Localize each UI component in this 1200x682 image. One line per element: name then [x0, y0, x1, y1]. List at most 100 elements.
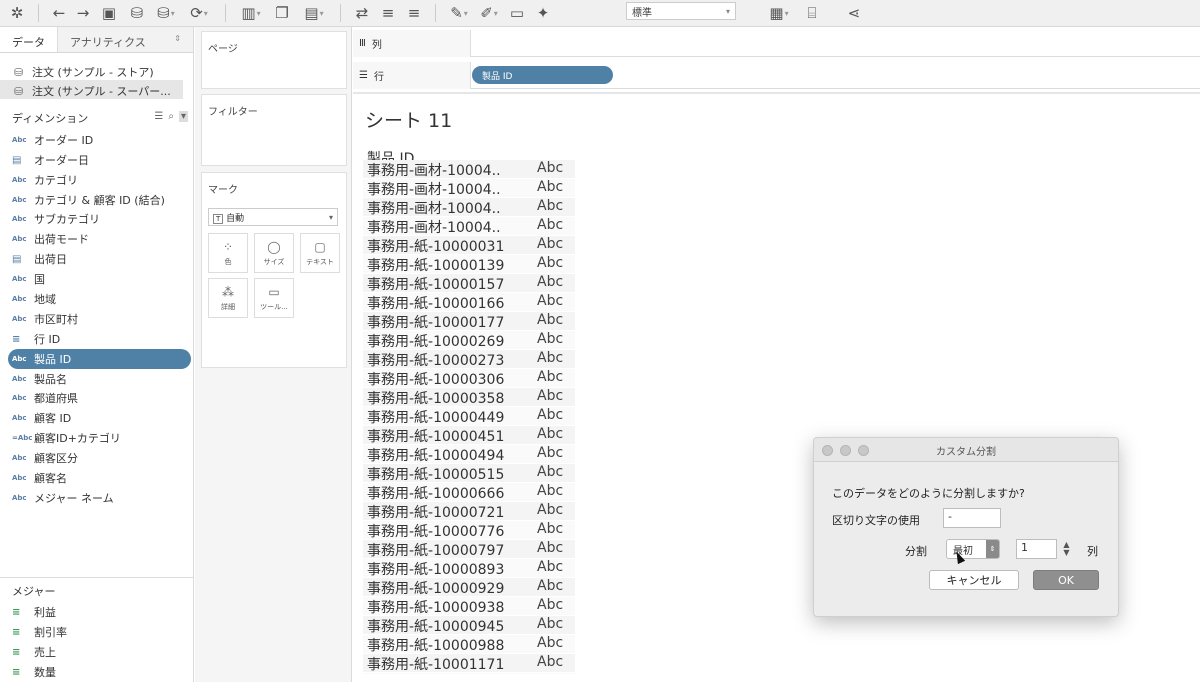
save-icon[interactable]: ▣ — [95, 0, 123, 27]
collapse-icon[interactable]: ⇕ — [174, 34, 181, 45]
stepper-down-icon[interactable]: ▼ — [1063, 549, 1069, 557]
table-row[interactable]: 事務用-紙-10000031 Abc — [363, 236, 575, 255]
table-row[interactable]: 事務用-紙-10000776 Abc — [363, 521, 575, 540]
table-row[interactable]: 事務用-紙-10000166 Abc — [363, 293, 575, 312]
field-country[interactable]: Abc 国 — [12, 269, 45, 289]
field-category[interactable]: Abc カテゴリ — [12, 170, 78, 190]
table-row[interactable]: 事務用-画材-10004.. Abc — [363, 198, 575, 217]
field-city[interactable]: Abc 市区町村 — [12, 309, 78, 329]
tableau-logo-icon[interactable]: ✲ — [4, 0, 30, 27]
field-ship-date[interactable]: ▤ 出荷日 — [12, 249, 67, 269]
field-quantity[interactable]: ≡ 数量 — [12, 662, 56, 682]
pause-updates-icon[interactable]: ⛁ ▾ — [151, 0, 181, 27]
sheet-title[interactable]: シート 11 — [365, 106, 452, 133]
field-product-name[interactable]: Abc 製品名 — [12, 369, 67, 389]
mark-type-select[interactable]: T 自動 ▾ — [208, 208, 338, 226]
field-customer-name[interactable]: Abc 顧客名 — [12, 468, 67, 488]
clear-icon[interactable]: ▤ ▾ — [296, 0, 332, 27]
field-label: 出荷モード — [34, 233, 89, 246]
rows-pill-product-id[interactable]: 製品 ID — [472, 66, 613, 84]
new-datasource-icon[interactable]: ⛁ — [123, 0, 151, 27]
pages-card[interactable]: ページ — [201, 31, 347, 89]
text-button[interactable]: ▢ テキスト — [300, 233, 340, 273]
ok-button[interactable]: OK — [1033, 570, 1099, 590]
table-row[interactable]: 事務用-画材-10004.. Abc — [363, 179, 575, 198]
detail-button[interactable]: ⁂ 詳細 — [208, 278, 248, 318]
field-order-date[interactable]: ▤ オーダー日 — [12, 150, 89, 170]
field-ship-mode[interactable]: Abc 出荷モード — [12, 229, 89, 249]
table-row[interactable]: 事務用-紙-10000451 Abc — [363, 426, 575, 445]
field-customer-id-category[interactable]: =Abc 顧客ID+カテゴリ — [12, 428, 121, 448]
color-button[interactable]: ⁘ 色 — [208, 233, 248, 273]
pin-icon[interactable]: ✦ — [530, 0, 556, 27]
undo-icon[interactable]: ← — [47, 0, 71, 27]
table-row[interactable]: 事務用-紙-10000893 Abc — [363, 559, 575, 578]
field-row-id[interactable]: ≡ 行 ID — [12, 329, 60, 349]
field-discount[interactable]: ≡ 割引率 — [12, 622, 67, 642]
table-row[interactable]: 事務用-紙-10000273 Abc — [363, 350, 575, 369]
show-labels-icon[interactable]: ▭ — [504, 0, 530, 27]
table-row[interactable]: 事務用-紙-10000358 Abc — [363, 388, 575, 407]
filters-card[interactable]: フィルター — [201, 94, 347, 166]
field-region[interactable]: Abc 地域 — [12, 289, 56, 309]
fit-select[interactable]: 標準 ▾ — [626, 2, 736, 20]
table-row[interactable]: 事務用-紙-10000515 Abc — [363, 464, 575, 483]
redo-icon[interactable]: → — [71, 0, 95, 27]
table-row[interactable]: 事務用-紙-10000988 Abc — [363, 635, 575, 654]
field-category-customer-combined[interactable]: Abc カテゴリ & 顧客 ID (結合) — [12, 190, 165, 210]
field-profit[interactable]: ≡ 利益 — [12, 602, 56, 622]
table-row[interactable]: 事務用-紙-10001194Abc — [363, 673, 575, 674]
table-row[interactable]: 事務用-紙-10000157 Abc — [363, 274, 575, 293]
table-row[interactable]: 事務用-紙-10000449 Abc — [363, 407, 575, 426]
view-toggle-icon[interactable]: ☰ — [154, 111, 163, 122]
table-row[interactable]: 事務用-紙-10000494 Abc — [363, 445, 575, 464]
datasource-item[interactable]: ⛁ 注文 (サンプル - ストア) — [0, 61, 193, 80]
duplicate-icon[interactable]: ❐ — [268, 0, 296, 27]
field-sales[interactable]: ≡ 売上 — [12, 642, 56, 662]
group-icon[interactable]: ✐ ▾ — [474, 0, 504, 27]
highlight-icon[interactable]: ✎ ▾ — [444, 0, 474, 27]
table-row[interactable]: 事務用-紙-10001171 Abc — [363, 654, 575, 673]
table-row[interactable]: 事務用-紙-10000945 Abc — [363, 616, 575, 635]
table-row[interactable]: 事務用-紙-10000177 Abc — [363, 312, 575, 331]
calendar-icon: ▤ — [12, 253, 22, 265]
split-count-input[interactable]: 1 — [1016, 539, 1057, 559]
field-measure-names[interactable]: Abc メジャー ネーム — [12, 488, 114, 508]
share-icon[interactable]: ⋖ — [842, 0, 866, 27]
table-row[interactable]: 事務用-紙-10000306 Abc — [363, 369, 575, 388]
presentation-icon[interactable]: ⌸ — [800, 0, 824, 27]
tab-data[interactable]: データ — [0, 27, 58, 52]
table-row[interactable]: 事務用-画材-10004.. Abc — [363, 160, 575, 179]
show-me-icon[interactable]: ▦ ▾ — [762, 0, 796, 27]
split-count-stepper[interactable]: ▲ ▼ — [1061, 540, 1072, 558]
table-row[interactable]: 事務用-紙-10000269 Abc — [363, 331, 575, 350]
table-row[interactable]: 事務用-紙-10000938 Abc — [363, 597, 575, 616]
field-subcategory[interactable]: Abc サブカテゴリ — [12, 209, 100, 229]
cancel-button[interactable]: キャンセル — [929, 570, 1019, 590]
search-icon[interactable]: ⌕ — [168, 111, 174, 122]
table-row[interactable]: 事務用-紙-10000721 Abc — [363, 502, 575, 521]
swap-icon[interactable]: ⇄ — [349, 0, 375, 27]
field-product-id[interactable]: Abc 製品 ID — [8, 349, 191, 369]
sort-desc-icon[interactable]: ≡ — [401, 0, 427, 27]
datasource-item-active[interactable]: ⛁ 注文 (サンプル - スーパー... — [0, 80, 183, 99]
table-row[interactable]: 事務用-紙-10000139 Abc — [363, 255, 575, 274]
table-row[interactable]: 事務用-紙-10000797 Abc — [363, 540, 575, 559]
table-row[interactable]: 事務用-紙-10000666 Abc — [363, 483, 575, 502]
sort-asc-icon[interactable]: ≡ — [375, 0, 401, 27]
separator-input[interactable]: - — [943, 508, 1001, 528]
tooltip-button[interactable]: ▭ ツール... — [254, 278, 294, 318]
refresh-icon[interactable]: ⟳ ▾ — [181, 0, 217, 27]
size-button[interactable]: ◯ サイズ — [254, 233, 294, 273]
tab-analytics[interactable]: アナリティクス ⇕ — [58, 27, 193, 52]
field-order-id[interactable]: Abc オーダー ID — [12, 130, 93, 150]
field-customer-segment[interactable]: Abc 顧客区分 — [12, 448, 78, 468]
field-customer-id[interactable]: Abc 顧客 ID — [12, 408, 71, 428]
field-prefecture[interactable]: Abc 都道府県 — [12, 388, 78, 408]
new-worksheet-icon[interactable]: ▥ ▾ — [234, 0, 268, 27]
columns-shelf[interactable]: Ⅲ列 — [353, 29, 1200, 57]
product-id-cell: 事務用-紙-10000515 — [367, 467, 505, 482]
menu-dropdown-icon[interactable]: ▾ — [178, 111, 188, 122]
table-row[interactable]: 事務用-紙-10000929 Abc — [363, 578, 575, 597]
table-row[interactable]: 事務用-画材-10004.. Abc — [363, 217, 575, 236]
